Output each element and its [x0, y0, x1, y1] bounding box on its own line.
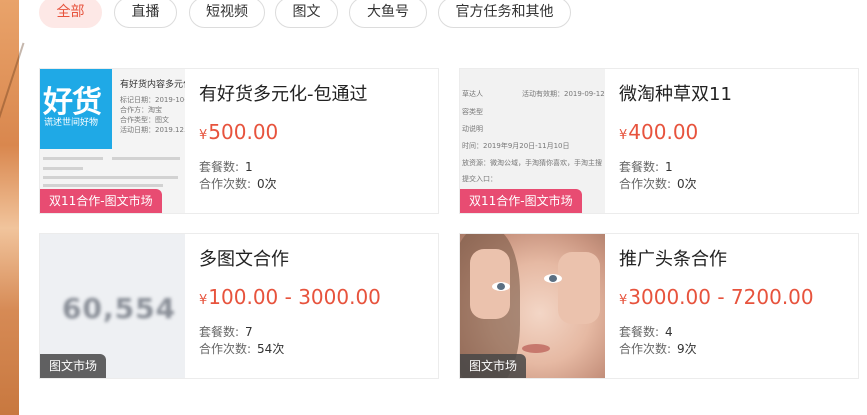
cooperation-count: 合作次数: 0次: [619, 175, 697, 192]
cooperation-count-label: 合作次数:: [199, 342, 252, 356]
card-title[interactable]: 微淘种草双11: [619, 80, 732, 106]
service-card[interactable]: 草达人 活动有效期：2019-09-12 14:2 容类型 动说明 时间：201…: [459, 68, 859, 214]
category-badge: 图文市场: [460, 354, 527, 378]
cooperation-count-label: 合作次数:: [619, 342, 672, 356]
thumb-heading: 有好货内容多元化合…: [120, 80, 185, 90]
currency-symbol: ¥: [619, 128, 628, 143]
tab-image-text[interactable]: 图文: [275, 0, 338, 28]
card-title[interactable]: 有好货多元化-包通过: [199, 80, 368, 106]
card-thumbnail[interactable]: 60,554 图文市场: [40, 234, 185, 378]
price-value: 400.00: [628, 120, 699, 144]
thumb-text-line: 合作类型：图文: [120, 116, 169, 124]
currency-symbol: ¥: [199, 128, 208, 143]
service-card[interactable]: 60,554 图文市场 多图文合作 ¥100.00 - 3000.00 套餐数:…: [39, 233, 439, 379]
doc-line: [43, 176, 178, 179]
package-count-label: 套餐数:: [619, 160, 660, 174]
package-count-value: 7: [245, 325, 253, 339]
thumb-text-line: 标记日期：2019-10-00: [120, 96, 185, 104]
service-card[interactable]: 图文市场 推广头条合作 ¥3000.00 - 7200.00 套餐数: 4 合作次…: [459, 233, 859, 379]
thumb-text-line: 活动有效期：2019-09-12 14:2: [522, 90, 605, 98]
currency-symbol: ¥: [199, 293, 208, 308]
card-title[interactable]: 多图文合作: [199, 245, 289, 271]
card-price: ¥400.00: [619, 120, 698, 144]
thumb-text-line: 提交入口：: [462, 175, 497, 183]
doc-line: [43, 167, 83, 170]
category-badge: 双11合作-图文市场: [460, 189, 582, 213]
lips-shape: [522, 344, 550, 353]
cooperation-count: 合作次数: 54次: [199, 340, 284, 357]
thumb-text-line: 放资源：微淘公域，手淘猜你喜欢，手淘主搜: [462, 159, 602, 167]
thumb-text-line: 动说明: [462, 125, 483, 133]
cooperation-count: 合作次数: 0次: [199, 175, 277, 192]
tab-short-video[interactable]: 短视频: [189, 0, 265, 28]
cooperation-count-value: 9次: [677, 342, 697, 356]
package-count-value: 4: [665, 325, 673, 339]
doc-line: [43, 184, 163, 187]
price-value: 3000.00 - 7200.00: [628, 285, 814, 309]
currency-symbol: ¥: [619, 293, 628, 308]
thumb-text-line: 合作方：淘宝: [120, 106, 162, 114]
thumb-text-line: 活动日期：2019.12.15: [120, 126, 185, 134]
brand-banner: 好货 谎述世间好物: [40, 69, 112, 149]
doc-line: [43, 157, 103, 160]
thumb-text-line: 时间：2019年9月20日-11月10日: [462, 142, 570, 150]
category-badge: 双11合作-图文市场: [40, 189, 162, 213]
cooperation-count: 合作次数: 9次: [619, 340, 697, 357]
cooperation-count-value: 0次: [257, 177, 277, 191]
card-price: ¥3000.00 - 7200.00: [619, 285, 814, 309]
cooperation-count-value: 54次: [257, 342, 285, 356]
package-count-value: 1: [665, 160, 673, 174]
side-background-strip: [0, 0, 19, 415]
tab-dayu[interactable]: 大鱼号: [349, 0, 427, 28]
blurred-number: 60,554: [62, 292, 177, 325]
cooperation-count-value: 0次: [677, 177, 697, 191]
eye-shape: [492, 282, 510, 291]
package-count: 套餐数: 4: [619, 323, 673, 340]
doc-line: [112, 157, 180, 160]
price-value: 100.00 - 3000.00: [208, 285, 381, 309]
package-count: 套餐数: 7: [199, 323, 253, 340]
card-thumbnail[interactable]: 好货 谎述世间好物 有好货内容多元化合… 标记日期：2019-10-00 合作方…: [40, 69, 185, 213]
price-value: 500.00: [208, 120, 279, 144]
category-badge: 图文市场: [40, 354, 107, 378]
card-thumbnail[interactable]: 图文市场: [460, 234, 605, 378]
card-price: ¥500.00: [199, 120, 278, 144]
tab-official-tasks[interactable]: 官方任务和其他: [438, 0, 571, 28]
tab-live[interactable]: 直播: [114, 0, 177, 28]
package-count-label: 套餐数:: [199, 325, 240, 339]
package-count: 套餐数: 1: [619, 158, 673, 175]
brand-slogan: 谎述世间好物: [44, 118, 99, 128]
thumb-text-line: 容类型: [462, 108, 483, 116]
package-count: 套餐数: 1: [199, 158, 253, 175]
hand-shape: [558, 252, 600, 324]
package-count-label: 套餐数:: [619, 325, 660, 339]
package-count-label: 套餐数:: [199, 160, 240, 174]
package-count-value: 1: [245, 160, 253, 174]
cooperation-count-label: 合作次数:: [199, 177, 252, 191]
thumb-text-line: 草达人: [462, 90, 483, 98]
eye-shape: [544, 274, 562, 283]
tab-all[interactable]: 全部: [39, 0, 102, 28]
service-card[interactable]: 好货 谎述世间好物 有好货内容多元化合… 标记日期：2019-10-00 合作方…: [39, 68, 439, 214]
card-price: ¥100.00 - 3000.00: [199, 285, 381, 309]
cooperation-count-label: 合作次数:: [619, 177, 672, 191]
card-title[interactable]: 推广头条合作: [619, 245, 727, 271]
card-thumbnail[interactable]: 草达人 活动有效期：2019-09-12 14:2 容类型 动说明 时间：201…: [460, 69, 605, 213]
